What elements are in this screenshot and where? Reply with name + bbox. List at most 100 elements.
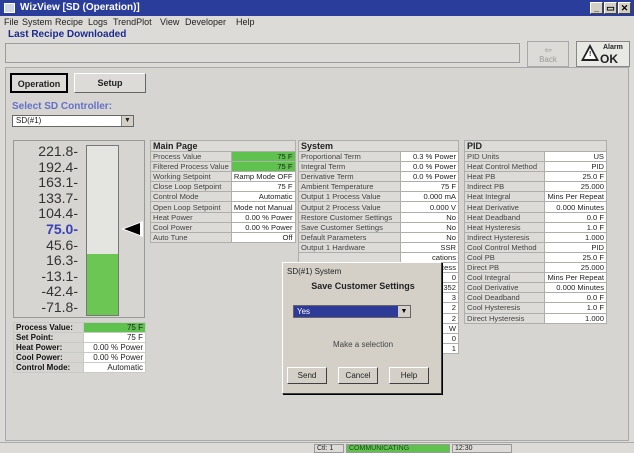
status-controller: Ctl: 1 — [314, 444, 344, 453]
row-label: Close Loop Setpoint — [150, 181, 232, 193]
table-row: Proportional Term 0.3 % Power — [298, 150, 460, 163]
chevron-down-icon[interactable]: ▼ — [121, 116, 133, 126]
row-value[interactable]: 1.000 — [544, 231, 607, 243]
menu-trendplot[interactable]: TrendPlot — [113, 17, 152, 27]
menu-developer[interactable]: Developer — [185, 17, 226, 27]
row-value[interactable]: 75 F — [230, 161, 296, 173]
pv-summary-table: Process Value: 75 F Set Point: 75 F Heat Pow… — [12, 322, 146, 373]
gauge-tube — [86, 145, 119, 316]
row-value[interactable]: No — [399, 211, 460, 223]
cancel-button[interactable]: Cancel — [338, 367, 378, 384]
table-row: Heat Integral Mins Per Repeat — [463, 191, 607, 203]
row-value[interactable]: 0.00 % Power — [230, 221, 296, 233]
restore-button[interactable]: ▭ — [604, 2, 617, 14]
pv-row: Set Point: 75 F — [12, 332, 146, 343]
pv-label: Heat Power: — [12, 342, 85, 353]
row-label: Ambient Temperature — [298, 181, 401, 193]
row-value[interactable]: 25.0 F — [544, 171, 607, 183]
close-button[interactable]: ✕ — [618, 2, 631, 14]
table-row: Heat Control Method PID — [463, 161, 607, 173]
window-title: WizView [SD (Operation)] — [20, 2, 140, 13]
row-label: Heat Hysteresis — [463, 221, 546, 233]
row-value[interactable]: Mins Per Repeat — [544, 191, 607, 203]
row-value[interactable]: 0.0 % Power — [399, 161, 460, 173]
row-value[interactable]: 0.00 % Power — [230, 211, 296, 223]
pv-value: 0.00 % Power — [83, 342, 146, 353]
pv-row: Process Value: 75 F — [12, 322, 146, 333]
row-value[interactable]: PID — [544, 161, 607, 173]
row-value[interactable]: Off — [230, 231, 296, 243]
row-value[interactable]: 0.000 mA — [399, 191, 460, 203]
row-label: Indirect Hysteresis — [463, 231, 546, 243]
row-label: Filtered Process Value — [150, 161, 232, 173]
menu-file[interactable]: File — [4, 17, 19, 27]
row-value[interactable]: Mode not Manual — [230, 201, 296, 213]
row-value[interactable]: 0.3 % Power — [399, 150, 460, 163]
row-value[interactable]: No — [399, 231, 460, 243]
table-row: Control Mode Automatic — [150, 191, 296, 203]
main-page-table: Main Page Process Value 75 F Filtered Proc… — [150, 140, 296, 243]
row-value[interactable]: No — [399, 221, 460, 233]
row-value[interactable]: Mins Per Repeat — [544, 272, 607, 284]
pv-row: Control Mode: Automatic — [12, 362, 146, 373]
table-row: Cool Hysteresis 1.0 F — [463, 302, 607, 314]
row-value[interactable]: 75 F — [230, 150, 296, 163]
chevron-down-icon[interactable]: ▼ — [398, 306, 410, 317]
row-value[interactable]: Automatic — [230, 191, 296, 203]
help-button[interactable]: Help — [389, 367, 429, 384]
pv-label: Control Mode: — [12, 362, 85, 373]
gauge-scale-label: 75.0- — [46, 221, 78, 237]
menu-bar: File System Recipe Logs TrendPlot View D… — [0, 16, 634, 28]
table-row: PID Units US — [463, 150, 607, 163]
row-label: Auto Tune — [150, 231, 232, 243]
row-value[interactable]: 25.000 — [544, 262, 607, 274]
row-value[interactable]: 1.0 F — [544, 302, 607, 314]
row-value[interactable]: PID — [544, 241, 607, 253]
row-value[interactable]: SSR — [399, 241, 460, 253]
menu-view[interactable]: View — [160, 17, 179, 27]
row-value[interactable]: 0.000 Minutes — [544, 201, 607, 213]
row-label: Restore Customer Settings — [298, 211, 401, 223]
minimize-button[interactable]: _ — [590, 2, 603, 14]
system-title: System — [298, 140, 459, 152]
table-row: Heat Power 0.00 % Power — [150, 211, 296, 223]
row-value[interactable]: 1.0 F — [544, 221, 607, 233]
row-value[interactable]: 75 F — [230, 181, 296, 193]
tab-setup[interactable]: Setup — [74, 73, 146, 93]
menu-logs[interactable]: Logs — [88, 17, 108, 27]
menu-recipe[interactable]: Recipe — [55, 17, 83, 27]
row-value[interactable]: 0.0 F — [544, 292, 607, 304]
row-label: Cool Derivative — [463, 282, 546, 294]
row-label: Direct Hysteresis — [463, 312, 546, 324]
tab-operation[interactable]: Operation — [10, 73, 68, 93]
row-label: Default Parameters — [298, 231, 401, 243]
row-value[interactable]: 75 F — [399, 181, 460, 193]
save-option-select[interactable]: Yes ▼ — [293, 305, 411, 318]
table-row: Direct PB 25.000 — [463, 262, 607, 274]
controller-select[interactable]: SD(#1) ▼ — [12, 115, 134, 127]
pv-value: 75 F — [83, 332, 146, 343]
table-row: Cool Integral Mins Per Repeat — [463, 272, 607, 284]
back-button[interactable]: ⇦ Back — [527, 41, 569, 67]
pv-row: Cool Power: 0.00 % Power — [12, 352, 146, 363]
alarm-indicator[interactable]: ! Alarm OK — [576, 41, 630, 67]
gauge-scale-label: 104.4- — [38, 205, 78, 222]
title-bar: WizView [SD (Operation)] _ ▭ ✕ — [0, 0, 634, 16]
row-value[interactable]: 0.000 V — [399, 201, 460, 213]
menu-help[interactable]: Help — [236, 17, 255, 27]
row-value[interactable]: 0.0 F — [544, 211, 607, 223]
row-label: PID Units — [463, 150, 546, 163]
row-value[interactable]: 25.000 — [544, 181, 607, 193]
row-value[interactable]: 0.000 Minutes — [544, 282, 607, 294]
row-value[interactable]: US — [544, 150, 607, 163]
row-label: Output 1 Hardware — [298, 241, 401, 253]
row-value[interactable]: Ramp Mode OFF — [230, 171, 296, 183]
row-value[interactable]: 25.0 F — [544, 251, 607, 264]
row-value[interactable]: 0.0 % Power — [399, 171, 460, 183]
send-button[interactable]: Send — [287, 367, 327, 384]
row-label: Heat Derivative — [463, 201, 546, 213]
menu-system[interactable]: System — [22, 17, 52, 27]
row-value[interactable]: 1.000 — [544, 312, 607, 324]
row-label: Save Customer Settings — [298, 221, 401, 233]
gauge-fill — [87, 254, 118, 315]
